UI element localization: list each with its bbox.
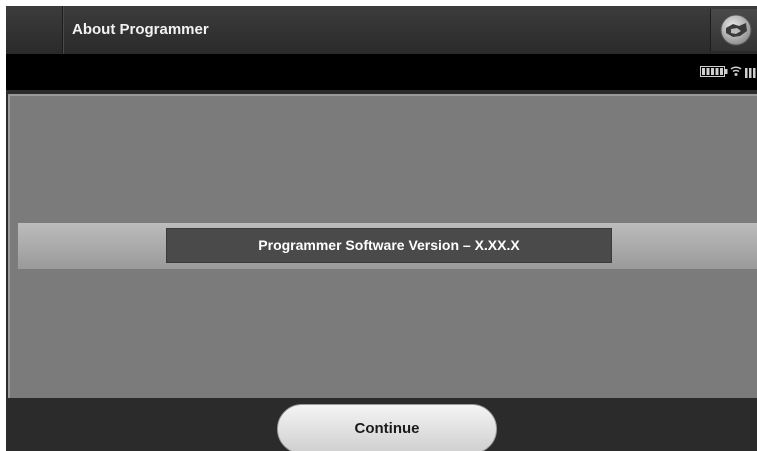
wifi-icon <box>730 66 742 76</box>
battery-icon <box>700 66 728 77</box>
logo-button[interactable] <box>710 9 757 51</box>
software-version-label: Programmer Software Version – X.XX.X <box>166 228 612 263</box>
status-bar <box>6 54 757 90</box>
handshake-icon <box>720 14 752 46</box>
continue-button[interactable]: Continue <box>277 404 497 451</box>
version-band: Programmer Software Version – X.XX.X <box>18 223 757 269</box>
title-divider <box>62 6 63 54</box>
page-title: About Programmer <box>72 21 209 38</box>
programmer-screen: About Programmer Programmer Software Ver… <box>6 6 757 451</box>
title-bar: About Programmer <box>6 6 757 54</box>
content-panel: Programmer Software Version – X.XX.X <box>8 94 757 398</box>
signal-icon <box>745 68 756 78</box>
